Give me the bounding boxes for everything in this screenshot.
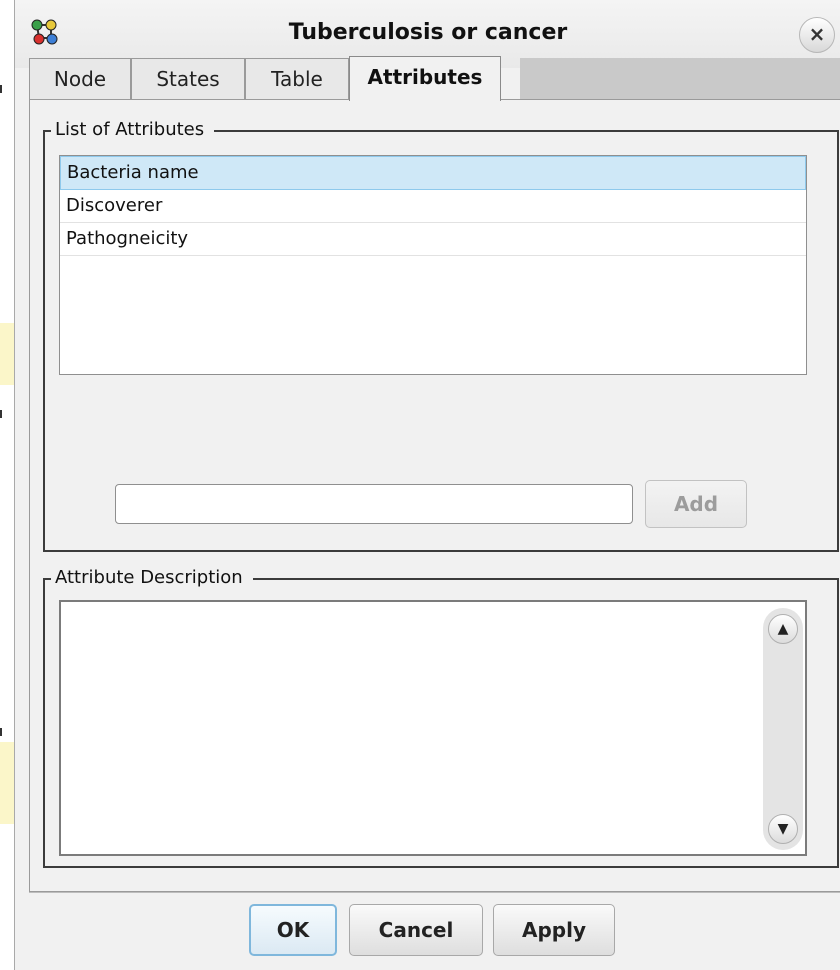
add-button[interactable]: Add — [645, 480, 747, 528]
background-tick — [0, 85, 2, 93]
scroll-down-button[interactable]: ▼ — [768, 814, 798, 844]
footer-divider — [29, 892, 840, 893]
description-group-label: Attribute Description — [51, 566, 253, 590]
tab-table[interactable]: Table — [245, 58, 349, 99]
window-title: Tuberculosis or cancer — [288, 20, 568, 45]
tab-states[interactable]: States — [131, 58, 245, 99]
tab-strip-background — [520, 58, 840, 99]
list-item[interactable]: Discoverer — [60, 190, 806, 223]
ok-button[interactable]: OK — [249, 904, 337, 956]
scroll-down-icon: ▼ — [777, 821, 789, 837]
cancel-button[interactable]: Cancel — [349, 904, 483, 956]
tab-attributes[interactable]: Attributes — [349, 56, 501, 101]
background-window-edge — [0, 0, 14, 970]
list-item[interactable]: Bacteria name — [60, 156, 806, 190]
background-tick — [0, 728, 2, 736]
scroll-up-icon: ▲ — [777, 621, 789, 637]
apply-button[interactable]: Apply — [493, 904, 615, 956]
attribute-list[interactable]: Bacteria name Discoverer Pathogneicity — [59, 155, 807, 375]
attribute-description-textarea[interactable] — [59, 600, 807, 856]
background-highlight — [0, 742, 14, 824]
background-tick — [0, 410, 2, 418]
list-item[interactable]: Pathogneicity — [60, 223, 806, 256]
scroll-up-button[interactable]: ▲ — [768, 614, 798, 644]
description-scrollbar[interactable]: ▲ ▼ — [763, 608, 803, 850]
tab-node[interactable]: Node — [29, 58, 131, 99]
new-attribute-input[interactable] — [115, 484, 633, 524]
node-properties-dialog: Tuberculosis or cancer × Node States Tab… — [14, 0, 840, 970]
close-button[interactable]: × — [799, 17, 835, 53]
attributes-group-label: List of Attributes — [51, 118, 215, 142]
background-highlight — [0, 323, 14, 385]
close-icon: × — [808, 22, 826, 46]
